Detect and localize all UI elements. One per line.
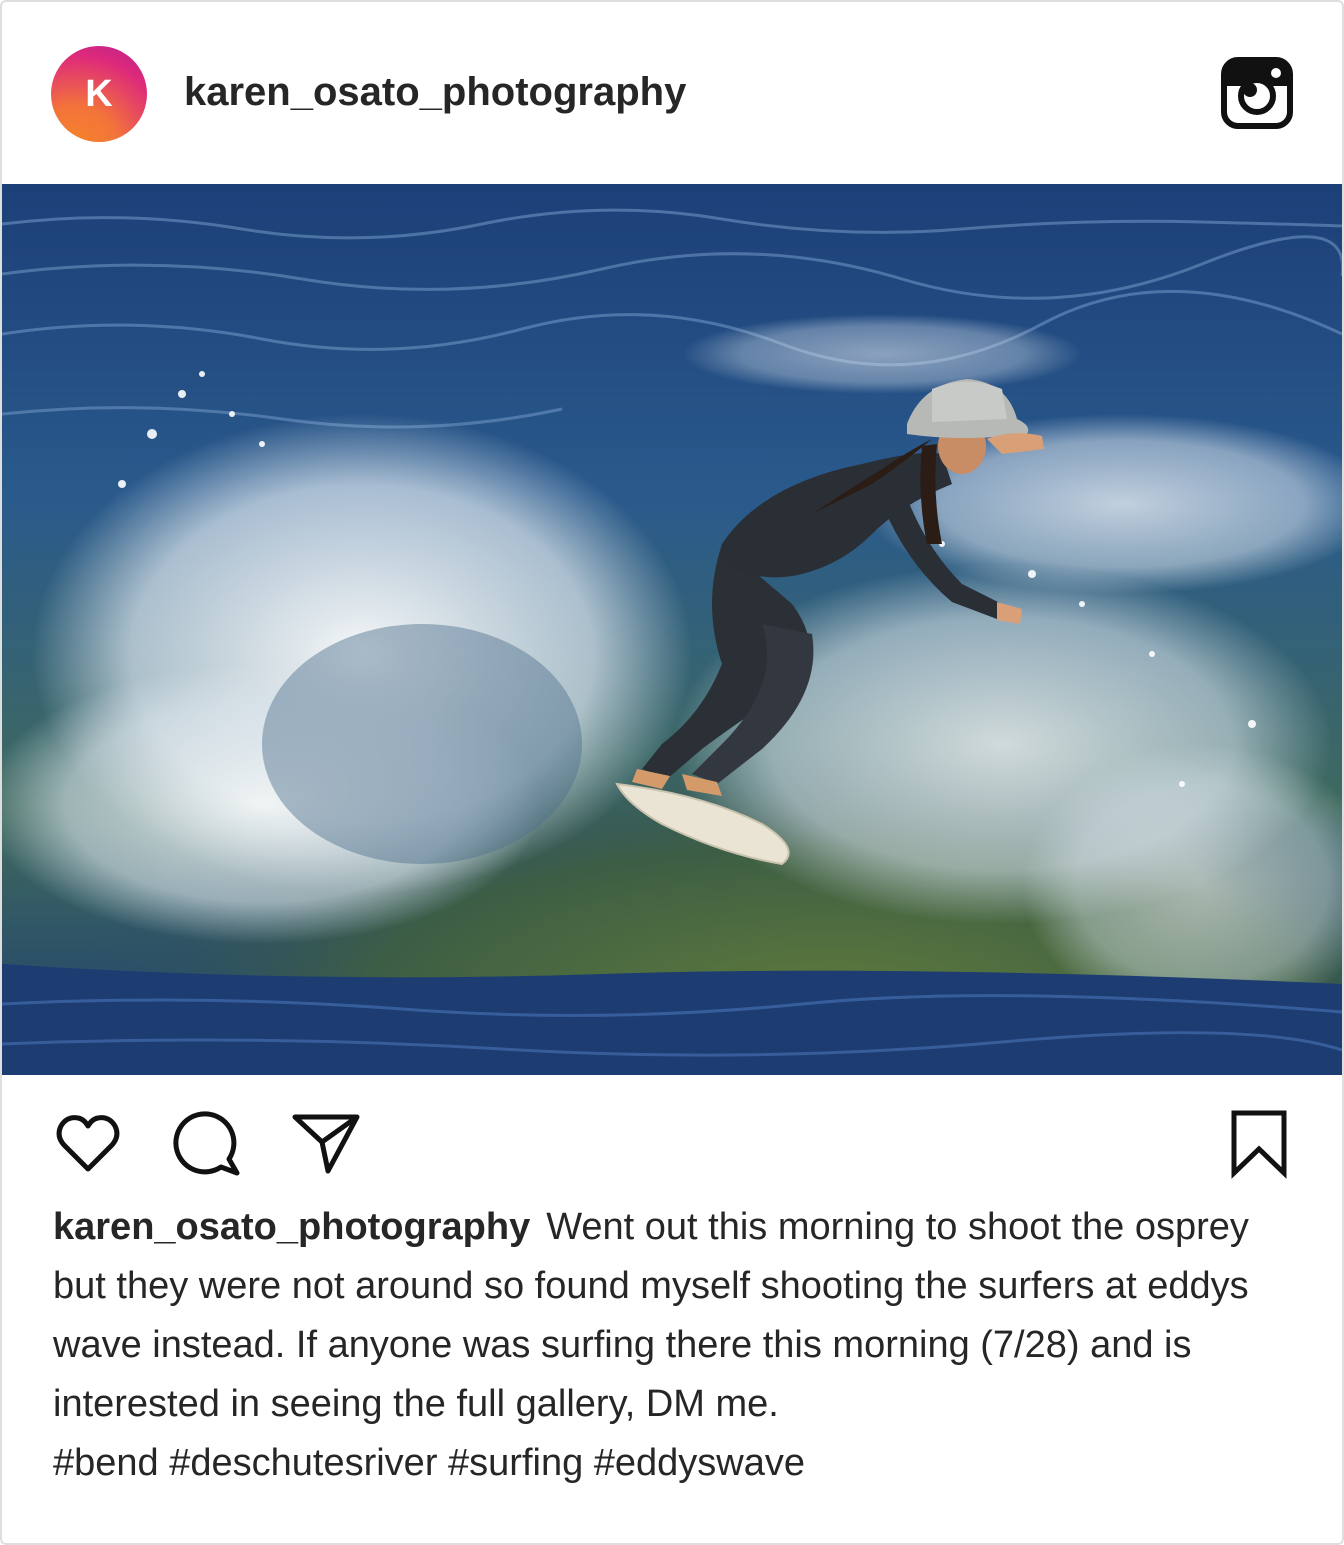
bookmark-icon[interactable] [1224, 1109, 1294, 1179]
post-photo[interactable] [2, 184, 1342, 1075]
instagram-icon[interactable] [1220, 56, 1294, 130]
comment-icon[interactable] [172, 1109, 242, 1179]
avatar[interactable]: K [51, 46, 147, 142]
post-caption: karen_osato_photography Went out this mor… [53, 1198, 1303, 1493]
post-username[interactable]: karen_osato_photography [184, 66, 686, 118]
heart-icon[interactable] [53, 1109, 123, 1179]
post-actions [2, 1075, 1342, 1195]
post-card: K karen_osato_photography karen_osato_ph… [0, 0, 1344, 1545]
caption-hashtags[interactable]: #bend #deschutesriver #surfing #eddyswav… [53, 1442, 805, 1484]
caption-username[interactable]: karen_osato_photography [53, 1206, 530, 1248]
post-header: K karen_osato_photography [2, 2, 1342, 184]
send-icon[interactable] [291, 1109, 361, 1179]
surfer-photo [2, 184, 1342, 1075]
